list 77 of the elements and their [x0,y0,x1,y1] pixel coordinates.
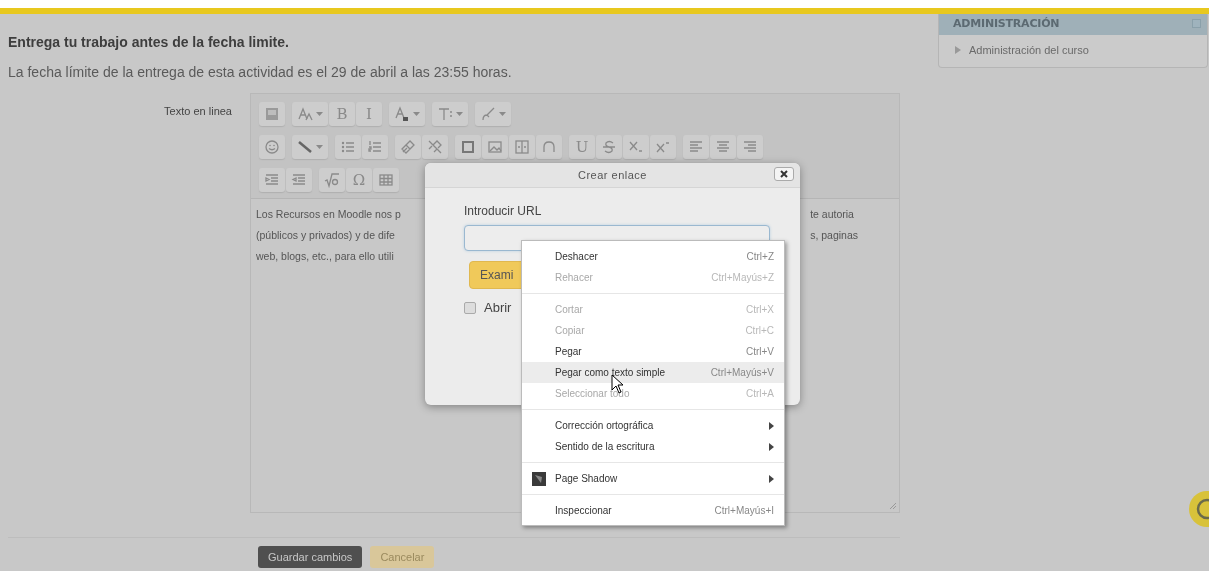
numbered-list-icon [367,139,383,155]
font-size-icon [297,106,313,122]
menu-item[interactable]: Page Shadow [522,468,784,489]
toolbar-button[interactable] [455,135,481,159]
deadline-text: La fecha límite de la entrega de esta actividad es el 29 de abril a las 23:55 horas. [8,64,513,80]
checkbox[interactable] [464,301,476,314]
save-button[interactable]: Guardar cambios [258,546,363,568]
toolbar-button[interactable] [482,135,508,159]
resize-handle-icon [889,502,897,510]
subscript-icon [628,139,644,155]
smiley-icon [264,139,280,155]
brush-icon [480,106,496,122]
toolbar-button[interactable] [292,135,328,159]
toolbar-button[interactable] [422,135,448,159]
caret-icon [456,112,463,116]
menu-item[interactable]: Pegar Ctrl+V [522,341,784,362]
line-icon [297,139,313,155]
section-heading: Entrega tu trabajo antes de la fecha limite. [8,34,290,50]
submenu-arrow-icon [769,421,774,430]
caret-icon [413,112,420,116]
toolbar-button[interactable] [389,102,425,126]
editor-text: web, blogs, etc., para ello utili [256,249,395,264]
toolbar-button[interactable] [650,135,676,159]
unlink-icon [427,139,443,155]
paragraph-style-icon [437,106,453,122]
collapsed-icon [955,46,961,54]
url-label: Introducir URL [464,204,543,218]
block-title: ADMINISTRACIÓN [953,17,1060,30]
picture-icon [487,139,503,155]
caret-icon [499,112,506,116]
toolbar-button[interactable] [395,135,421,159]
editor-text: Los Recursos en Moodle nos p [256,207,401,222]
menu-item[interactable]: Corrección ortográfica [522,415,784,436]
square-root-icon [324,172,340,188]
align-left-icon [688,139,704,155]
extension-icon [531,471,546,486]
text-color-icon [394,106,410,122]
close-icon [780,170,788,178]
strikethrough-icon [601,139,617,155]
field-label: Texto en linea [163,104,233,119]
toolbar-button[interactable]: Ω [346,168,372,192]
indent-icon [264,172,280,188]
media-icon [460,139,476,155]
toolbar-button[interactable]: B [329,102,355,126]
toolbar-button[interactable] [319,168,345,192]
toolbar-button[interactable] [259,135,285,159]
bullet-list-icon [340,139,356,155]
submenu-arrow-icon [769,442,774,451]
caret-icon [316,112,323,116]
menu-item[interactable]: Pegar como texto simple Ctrl+Mayús+V [522,362,784,383]
editor-text: te autoria [810,207,855,222]
toolbar-button[interactable] [292,102,328,126]
menu-item[interactable]: Sentido de la escritura [522,436,784,457]
align-right-icon [742,139,758,155]
editor-text: s, paginas [810,228,858,243]
menu-item[interactable]: Inspeccionar Ctrl+Mayús+I [522,500,784,521]
align-center-icon [715,139,731,155]
embed-icon [514,139,530,155]
editor-text: (públicos y privados) y de dife [256,228,396,243]
checkbox-label: Abrir [484,300,512,315]
submenu-arrow-icon [769,474,774,483]
cancel-button[interactable]: Cancelar [370,546,435,568]
toolbar-button[interactable] [475,102,511,126]
close-button[interactable] [774,167,794,181]
toolbar-button[interactable] [623,135,649,159]
dialog-title: Crear enlace [578,169,647,181]
sidebar-item[interactable]: Administración del curso [939,35,1207,67]
toolbar-button[interactable] [596,135,622,159]
table-icon [378,172,394,188]
image-icon [264,106,280,122]
caret-icon [316,145,323,149]
help-icon [1187,489,1209,529]
toolbar-button[interactable] [373,168,399,192]
toolbar-button[interactable]: I [356,102,382,126]
superscript-icon [655,139,671,155]
toolbar-button[interactable]: U [569,135,595,159]
outdent-icon [291,172,307,188]
